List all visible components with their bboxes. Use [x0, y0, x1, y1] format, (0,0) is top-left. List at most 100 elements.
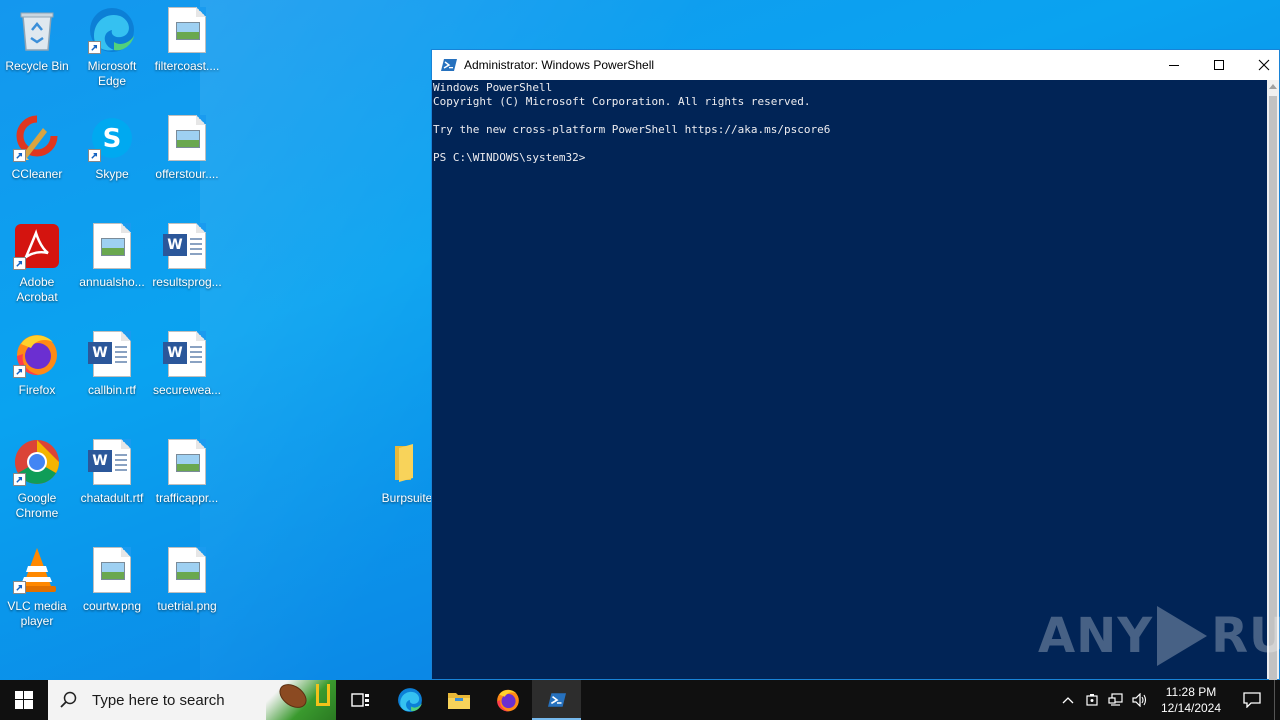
- window-titlebar[interactable]: Administrator: Windows PowerShell: [432, 50, 1279, 80]
- shortcut-arrow-icon: [13, 473, 26, 486]
- desktop-icon-google-chrome[interactable]: Google Chrome: [0, 438, 74, 538]
- desktop-icon-firefox[interactable]: Firefox: [0, 330, 74, 430]
- desktop-icon-securewea[interactable]: W securewea...: [150, 330, 224, 430]
- scroll-up-icon[interactable]: [1269, 84, 1277, 89]
- shortcut-arrow-icon: [13, 149, 26, 162]
- notification-icon: [1243, 692, 1261, 708]
- desktop-icon-chatadult[interactable]: W chatadult.rtf: [75, 438, 149, 538]
- desktop-icon-trafficappr[interactable]: trafficappr...: [150, 438, 224, 538]
- desktop-icon-offerstour[interactable]: offerstour....: [150, 114, 224, 214]
- word-doc-icon: W: [163, 330, 211, 378]
- maximize-icon: [1214, 60, 1224, 70]
- anyrun-watermark: ANY RUN: [1038, 606, 1280, 666]
- clock-date: 12/14/2024: [1160, 701, 1222, 715]
- desktop-icon-label: filtercoast....: [154, 59, 220, 73]
- desktop-icon-label: Google Chrome: [15, 491, 59, 520]
- svg-text:S: S: [103, 124, 122, 154]
- window-title: Administrator: Windows PowerShell: [464, 58, 655, 72]
- tray-device-icon-button[interactable]: [1080, 680, 1104, 720]
- start-button[interactable]: [0, 680, 48, 720]
- action-center-button[interactable]: [1230, 680, 1274, 720]
- tray-network-button[interactable]: [1104, 680, 1128, 720]
- chevron-up-icon: [1062, 697, 1074, 704]
- powershell-icon: [441, 59, 457, 71]
- shortcut-arrow-icon: [13, 257, 26, 270]
- desktop-icon-courtw[interactable]: courtw.png: [75, 546, 149, 646]
- taskbar-task-view[interactable]: [336, 680, 385, 720]
- console-line: Copyright (C) Microsoft Corporation. All…: [433, 95, 811, 108]
- desktop-icon-label: Burpsuite-: [381, 491, 437, 505]
- close-icon: [1258, 59, 1270, 71]
- desktop-icon-label: chatadult.rtf: [80, 491, 144, 505]
- desktop-icon-label: Firefox: [18, 383, 56, 397]
- word-doc-icon: W: [88, 438, 136, 486]
- taskbar-firefox[interactable]: [483, 680, 532, 720]
- image-file-icon: [88, 222, 136, 270]
- close-button[interactable]: [1241, 50, 1280, 80]
- word-doc-icon: W: [163, 222, 211, 270]
- windows-logo-icon: [15, 691, 33, 709]
- system-tray: 11:28 PM 12/14/2024: [1056, 680, 1280, 720]
- edge-icon: [88, 6, 136, 54]
- minimize-button[interactable]: [1151, 50, 1197, 80]
- clock-time: 11:28 PM: [1165, 685, 1217, 699]
- word-doc-icon: W: [88, 330, 136, 378]
- tray-volume-button[interactable]: [1128, 680, 1152, 720]
- watermark-text-left: ANY: [1038, 608, 1154, 664]
- device-icon: [1086, 694, 1098, 706]
- taskbar-powershell[interactable]: [532, 680, 581, 720]
- minimize-icon: [1169, 65, 1179, 66]
- task-view-icon: [350, 693, 369, 707]
- desktop-icon-callbin[interactable]: W callbin.rtf: [75, 330, 149, 430]
- desktop-icon-label: securewea...: [152, 383, 222, 397]
- play-icon: [1157, 606, 1208, 666]
- edge-icon: [397, 688, 422, 712]
- taskbar-edge[interactable]: [385, 680, 434, 720]
- show-hidden-icons-button[interactable]: [1056, 680, 1080, 720]
- desktop-icon-label: Adobe Acrobat: [16, 275, 58, 304]
- goalpost-icon: [316, 684, 330, 706]
- desktop-icon-label: VLC media player: [7, 599, 67, 628]
- console-prompt[interactable]: PS C:\WINDOWS\system32>: [433, 151, 1267, 165]
- desktop-icon-label: resultsprog...: [152, 275, 222, 289]
- desktop-icon-microsoft-edge[interactable]: Microsoft Edge: [75, 6, 149, 106]
- image-file-icon: [163, 114, 211, 162]
- powershell-icon: [547, 693, 566, 707]
- desktop-icon-label: courtw.png: [82, 599, 142, 613]
- chrome-icon: [13, 438, 61, 486]
- maximize-button[interactable]: [1196, 50, 1242, 80]
- desktop-icon-filtercoast[interactable]: filtercoast....: [150, 6, 224, 106]
- ccleaner-icon: [13, 114, 61, 162]
- console-output[interactable]: Windows PowerShell Copyright (C) Microsof…: [432, 80, 1267, 679]
- console-scrollbar[interactable]: [1267, 80, 1279, 696]
- image-file-icon: [163, 546, 211, 594]
- firefox-icon: [13, 330, 61, 378]
- desktop-icon-label: CCleaner: [11, 167, 63, 181]
- taskbar-clock[interactable]: 11:28 PM 12/14/2024: [1156, 684, 1226, 716]
- network-icon: [1108, 693, 1123, 706]
- desktop-icon-vlc[interactable]: VLC media player: [0, 546, 74, 646]
- desktop-icon-ccleaner[interactable]: CCleaner: [0, 114, 74, 214]
- desktop-icon-skype[interactable]: S Skype: [75, 114, 149, 214]
- recycle-bin-icon: [13, 6, 61, 54]
- taskbar-search-box[interactable]: Type here to search: [48, 680, 336, 720]
- desktop-icon-annualsho[interactable]: annualsho...: [75, 222, 149, 322]
- desktop-icon-label: annualsho...: [79, 275, 145, 289]
- show-desktop-button[interactable]: [1274, 680, 1280, 720]
- desktop-icon-resultsprog[interactable]: W resultsprog...: [150, 222, 224, 322]
- taskbar-file-explorer[interactable]: [434, 680, 483, 720]
- desktop-icon-tuetrial[interactable]: tuetrial.png: [150, 546, 224, 646]
- desktop-icon-label: Recycle Bin: [5, 59, 69, 73]
- desktop-icon-label: callbin.rtf: [87, 383, 137, 397]
- desktop-icon-recycle-bin[interactable]: Recycle Bin: [0, 6, 74, 106]
- desktop-icon-adobe-acrobat[interactable]: Adobe Acrobat: [0, 222, 74, 322]
- acrobat-icon: [13, 222, 61, 270]
- desktop-icon-label: trafficappr...: [155, 491, 219, 505]
- desktop-icon-label: offerstour....: [155, 167, 219, 181]
- taskbar: Type here to search 11:28 PM 12/14/2024: [0, 680, 1280, 720]
- shortcut-arrow-icon: [13, 365, 26, 378]
- powershell-window[interactable]: Administrator: Windows PowerShell Window…: [431, 49, 1280, 696]
- image-file-icon: [163, 6, 211, 54]
